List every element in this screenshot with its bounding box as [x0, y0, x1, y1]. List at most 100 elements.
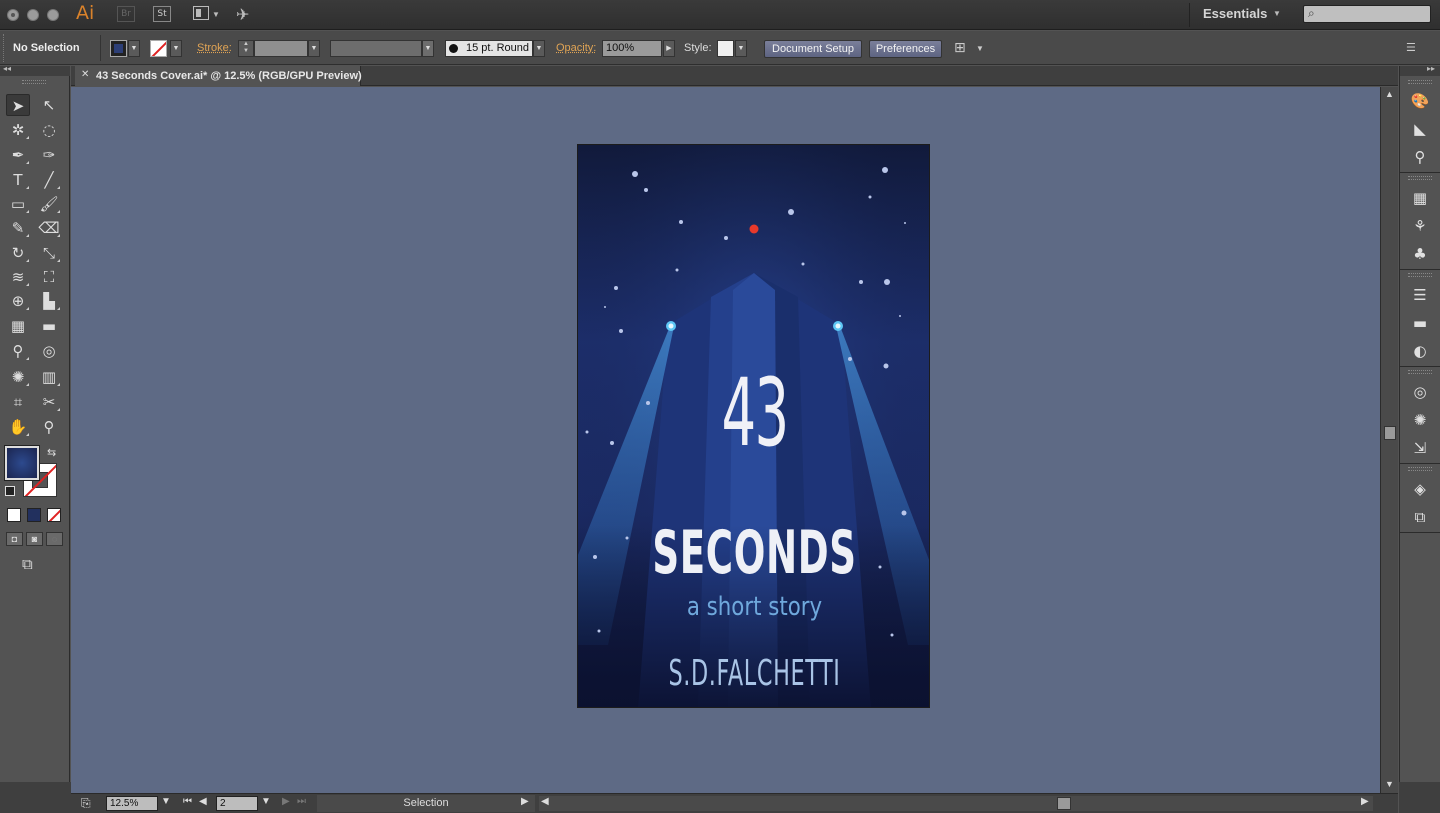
swatches-icon[interactable]: ▦ — [1408, 187, 1432, 209]
brushes-icon[interactable]: ⚘ — [1408, 215, 1432, 237]
mesh-tool-icon[interactable]: ▦ — [6, 315, 30, 337]
bridge-button[interactable]: Br — [117, 6, 135, 22]
scroll-down-icon[interactable]: ▼ — [1385, 779, 1394, 789]
search-input[interactable] — [1303, 5, 1431, 23]
magic-wand-tool-icon[interactable]: ✲ — [6, 119, 30, 141]
pen-tool-icon[interactable]: ✒ — [6, 144, 30, 166]
gradient-tool-icon[interactable]: ▬ — [37, 315, 61, 337]
dock-header[interactable]: ▸▸ — [1400, 64, 1440, 76]
color-guide-icon[interactable]: ◣ — [1408, 118, 1432, 140]
document-tab[interactable]: ✕ 43 Seconds Cover.ai* @ 12.5% (RGB/GPU … — [75, 66, 362, 86]
status-menu-icon[interactable]: ▶ — [521, 796, 529, 807]
brush-dropdown[interactable]: ▼ — [533, 40, 545, 57]
rectangle-tool-icon[interactable]: ▭ — [6, 193, 30, 215]
tools-panel-grip[interactable] — [22, 80, 46, 84]
blend-tool-icon[interactable]: ◎ — [37, 340, 61, 362]
status-tool-mode[interactable]: Selection — [317, 795, 535, 812]
fill-color-box[interactable] — [4, 445, 40, 481]
symbols-icon[interactable]: ♣ — [1408, 243, 1432, 265]
horizontal-scroll-thumb[interactable] — [1057, 797, 1071, 810]
arrange-documents-icon[interactable] — [193, 6, 209, 20]
brush-definition[interactable]: 15 pt. Round — [445, 40, 533, 57]
perspective-grid-tool-icon[interactable]: ▙ — [37, 290, 61, 312]
asset-export-icon[interactable]: ⇲ — [1408, 437, 1432, 459]
draw-normal-icon[interactable]: ◘ — [6, 532, 23, 546]
width-tool-icon[interactable]: ≋ — [6, 266, 30, 288]
swap-fill-stroke-icon[interactable]: ⇆ — [47, 446, 56, 459]
share-icon[interactable]: ⎘ — [81, 796, 91, 811]
graphic-styles-icon[interactable]: ✺ — [1408, 409, 1432, 431]
paintbrush-tool-icon[interactable]: 🖌 — [37, 193, 61, 215]
direct-selection-tool-icon[interactable]: ↖ — [37, 94, 61, 116]
lasso-tool-icon[interactable]: ◌ — [37, 119, 61, 141]
collapse-icon[interactable]: ◂◂ — [3, 64, 11, 73]
eraser-tool-icon[interactable]: ⌫ — [37, 217, 61, 239]
gradient-mode-icon[interactable] — [27, 508, 41, 522]
gradient-panel-icon[interactable]: ▬ — [1408, 312, 1432, 334]
stroke-weight-field[interactable] — [254, 40, 308, 57]
stroke-label[interactable]: Stroke: — [197, 42, 232, 54]
vertical-scroll-thumb[interactable] — [1384, 426, 1396, 440]
scroll-up-icon[interactable]: ▲ — [1385, 89, 1394, 99]
screen-mode-icon[interactable]: ⧉ — [22, 556, 33, 573]
preferences-button[interactable]: Preferences — [869, 40, 942, 58]
minimize-window-button[interactable] — [27, 9, 39, 21]
dock-grip[interactable] — [1408, 176, 1432, 180]
artboards-panel-icon[interactable]: ⧉ — [1408, 506, 1432, 528]
shape-builder-tool-icon[interactable]: ⊕ — [6, 290, 30, 312]
dock-grip[interactable] — [1408, 273, 1432, 277]
zoom-dropdown-icon[interactable]: ▼ — [161, 796, 171, 807]
none-mode-icon[interactable] — [47, 508, 61, 522]
panel-menu-icon[interactable]: ☰ — [1406, 41, 1416, 54]
variable-width-profile[interactable] — [330, 40, 422, 57]
zoom-tool-icon[interactable]: ⚲ — [37, 416, 61, 438]
artboard[interactable]: 43 SECONDS a short story S.D.FALCHETTI — [577, 144, 930, 708]
line-segment-tool-icon[interactable]: ╱ — [37, 169, 61, 191]
draw-behind-icon[interactable]: ◙ — [26, 532, 43, 546]
eyedropper-tool-icon[interactable]: ⚲ — [6, 340, 30, 362]
stock-button[interactable]: St — [153, 6, 171, 22]
gpu-performance-icon[interactable]: ✈ — [236, 5, 249, 25]
stroke-dropdown[interactable]: ▼ — [170, 40, 182, 57]
stroke-swatch[interactable] — [150, 40, 167, 57]
slice-tool-icon[interactable]: ✂ — [37, 391, 61, 413]
fill-dropdown[interactable]: ▼ — [128, 40, 140, 57]
type-tool-icon[interactable]: T — [6, 169, 30, 191]
expand-icon[interactable]: ▸▸ — [1427, 64, 1435, 73]
cc-libraries-icon[interactable]: ⚲ — [1408, 146, 1432, 168]
tools-panel-header[interactable]: ◂◂ — [0, 64, 70, 76]
close-window-button[interactable] — [7, 9, 19, 21]
hand-tool-icon[interactable]: ✋ — [6, 416, 30, 438]
zoom-field[interactable]: 12.5% — [106, 796, 158, 811]
free-transform-tool-icon[interactable]: ⛶ — [37, 266, 61, 288]
artboard-tool-icon[interactable]: ⌗ — [6, 391, 30, 413]
dock-grip[interactable] — [1408, 80, 1432, 84]
align-dropdown-icon[interactable]: ▼ — [976, 44, 984, 53]
stroke-panel-icon[interactable]: ☰ — [1408, 284, 1432, 306]
opacity-slider-button[interactable]: ▶ — [663, 40, 675, 57]
next-artboard-icon[interactable]: ▶ — [282, 796, 290, 807]
symbol-sprayer-tool-icon[interactable]: ✺ — [6, 366, 30, 388]
dock-grip[interactable] — [1408, 370, 1432, 374]
color-mode-icon[interactable] — [7, 508, 21, 522]
opacity-field[interactable]: 100% — [602, 40, 662, 57]
arrange-documents-dropdown-icon[interactable]: ▼ — [212, 10, 220, 19]
default-fill-stroke-icon[interactable] — [5, 486, 15, 496]
fill-swatch[interactable] — [110, 40, 127, 57]
stroke-weight-dropdown[interactable]: ▼ — [308, 40, 320, 57]
vertical-scrollbar[interactable]: ▲ ▼ — [1380, 87, 1398, 793]
horizontal-scrollbar[interactable]: ◀ ▶ — [539, 796, 1373, 811]
control-bar-grip[interactable] — [3, 34, 6, 62]
canvas[interactable]: 43 SECONDS a short story S.D.FALCHETTI — [71, 87, 1380, 793]
workspace-switcher[interactable]: Essentials — [1203, 6, 1267, 21]
selection-tool-icon[interactable]: ➤ — [6, 94, 30, 116]
color-panel-icon[interactable]: 🎨 — [1408, 90, 1432, 112]
draw-inside-icon[interactable]: ◌ — [46, 532, 63, 546]
appearance-panel-icon[interactable]: ◎ — [1408, 381, 1432, 403]
curvature-tool-icon[interactable]: ✑ — [37, 144, 61, 166]
document-setup-button[interactable]: Document Setup — [764, 40, 862, 58]
artboard-number-field[interactable]: 2 — [216, 796, 258, 811]
artboard-dropdown-icon[interactable]: ▼ — [261, 796, 271, 807]
transparency-panel-icon[interactable]: ◐ — [1408, 340, 1432, 362]
opacity-label[interactable]: Opacity: — [556, 42, 596, 54]
